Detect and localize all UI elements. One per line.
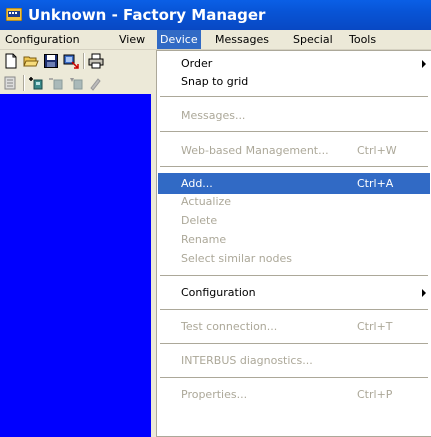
menu-item-label: Order: [181, 57, 213, 70]
add-device-icon[interactable]: [28, 75, 44, 91]
menu-item-label: Rename: [181, 233, 227, 246]
print-icon[interactable]: [88, 53, 104, 69]
remove-device-icon[interactable]: [48, 75, 64, 91]
app-icon: [6, 8, 22, 21]
menu-item-label: Web-based Management...: [181, 144, 329, 157]
menu-item-label: Select similar nodes: [181, 252, 292, 265]
menu-item-messages[interactable]: Messages...: [158, 105, 430, 126]
import-icon[interactable]: [63, 53, 79, 69]
menu-item-label: Snap to grid: [181, 75, 249, 88]
menu-item-delete[interactable]: Delete: [158, 210, 430, 231]
menu-bar: Configuration View Device Messages Speci…: [0, 30, 431, 50]
title-bar: Unknown - Factory Manager: [0, 0, 431, 30]
menu-item-configuration[interactable]: Configuration: [158, 282, 430, 303]
menu-configuration[interactable]: Configuration: [2, 30, 83, 49]
device-menu-dropdown: Order Snap to grid Messages... Web-based…: [156, 50, 431, 437]
menu-separator: [160, 96, 428, 97]
submenu-arrow-icon: [422, 60, 426, 68]
toolbar-separator: [83, 53, 85, 69]
menu-item-label: Add...: [181, 177, 213, 190]
toolbar-separator: [23, 75, 25, 91]
window-title: Unknown - Factory Manager: [28, 6, 266, 24]
menu-view[interactable]: View: [116, 30, 148, 49]
menu-separator: [160, 377, 428, 378]
menu-item-actualize[interactable]: Actualize: [158, 191, 430, 212]
menu-item-shortcut: Ctrl+P: [357, 388, 393, 401]
device-edit-icon[interactable]: [68, 75, 84, 91]
menu-item-properties[interactable]: Properties... Ctrl+P: [158, 384, 430, 405]
menu-item-label: INTERBUS diagnostics...: [181, 354, 313, 367]
menu-separator: [160, 166, 428, 167]
menu-item-rename[interactable]: Rename: [158, 229, 430, 250]
menu-special[interactable]: Special: [290, 30, 336, 49]
menu-item-select-similar[interactable]: Select similar nodes: [158, 248, 430, 269]
menu-separator: [160, 343, 428, 344]
menu-separator: [160, 131, 428, 132]
device-list-icon[interactable]: [3, 75, 19, 91]
save-icon[interactable]: [43, 53, 59, 69]
menu-device[interactable]: Device: [157, 30, 201, 49]
network-view-pane[interactable]: [0, 94, 160, 437]
menu-tools[interactable]: Tools: [346, 30, 379, 49]
menu-item-label: Properties...: [181, 388, 248, 401]
menu-item-label: Configuration: [181, 286, 256, 299]
menu-item-label: Delete: [181, 214, 218, 227]
menu-item-shortcut: Ctrl+W: [357, 144, 397, 157]
submenu-arrow-icon: [422, 289, 426, 297]
menu-item-shortcut: Ctrl+T: [357, 320, 393, 333]
menu-separator: [160, 275, 428, 276]
menu-item-web-management[interactable]: Web-based Management... Ctrl+W: [158, 140, 430, 161]
menu-item-label: Actualize: [181, 195, 232, 208]
toolbar-file: [0, 50, 160, 72]
new-file-icon[interactable]: [3, 53, 19, 69]
toolbar-device: [0, 72, 160, 94]
menu-messages[interactable]: Messages: [212, 30, 272, 49]
menu-item-interbus-diagnostics[interactable]: INTERBUS diagnostics...: [158, 350, 430, 371]
menu-item-test-connection[interactable]: Test connection... Ctrl+T: [158, 316, 430, 337]
menu-item-label: Messages...: [181, 109, 246, 122]
menu-separator: [160, 309, 428, 310]
device-tool-icon[interactable]: [88, 75, 104, 91]
open-folder-icon[interactable]: [23, 53, 39, 69]
menu-item-snap-to-grid[interactable]: Snap to grid: [158, 71, 430, 92]
menu-item-label: Test connection...: [181, 320, 278, 333]
